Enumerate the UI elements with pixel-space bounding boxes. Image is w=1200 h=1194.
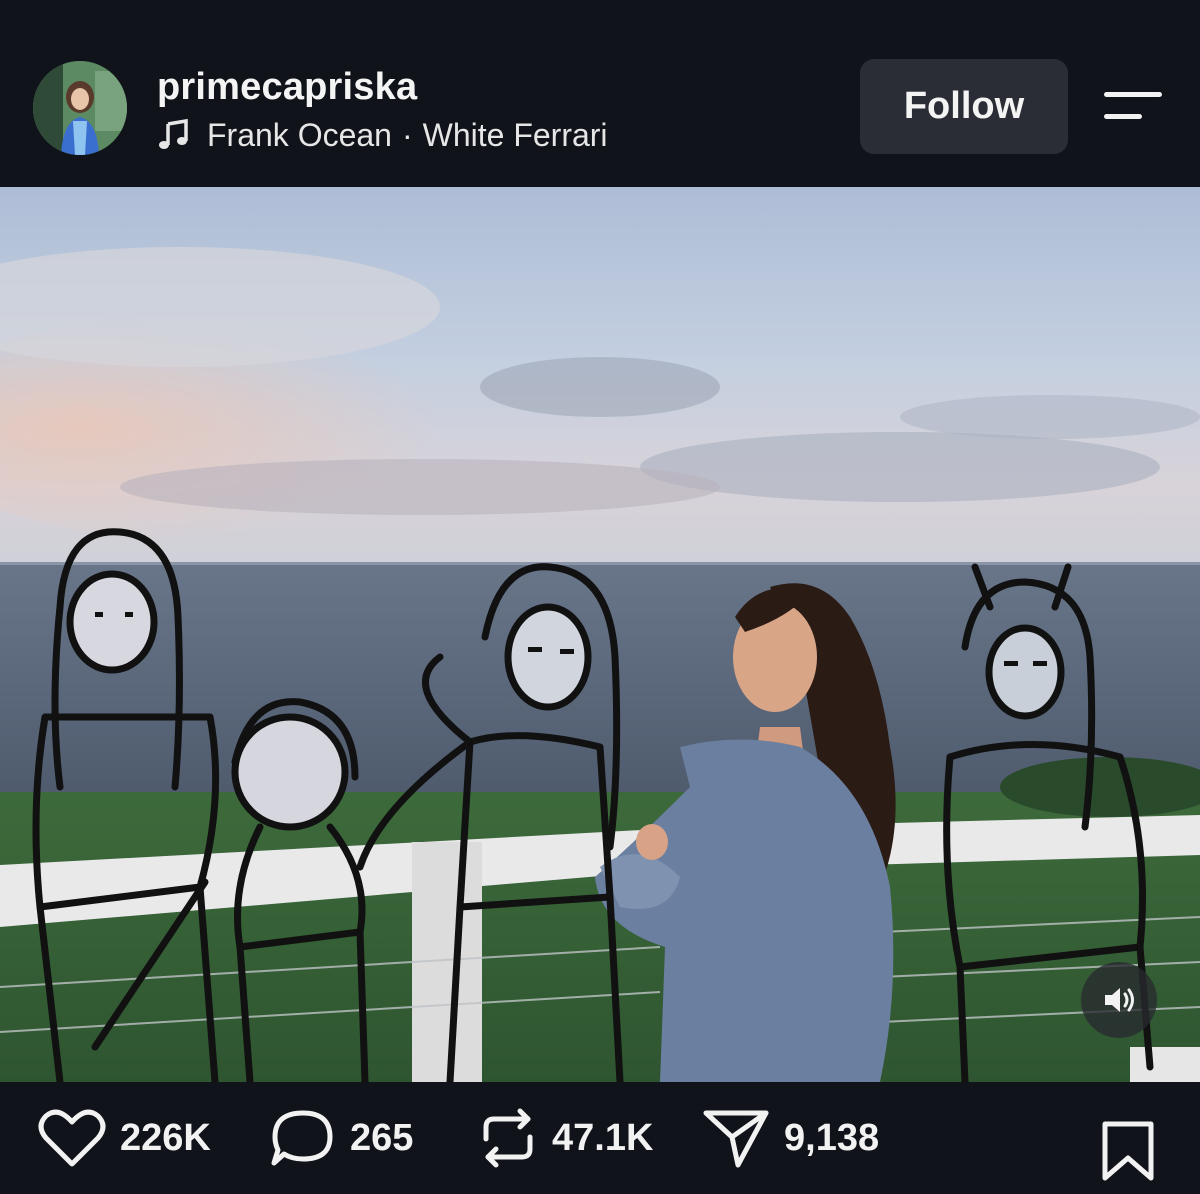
like-button[interactable]: 226K xyxy=(38,1109,211,1167)
comment-button[interactable]: 265 xyxy=(270,1110,414,1166)
share-button[interactable]: 9,138 xyxy=(702,1110,880,1168)
menu-icon[interactable] xyxy=(1100,86,1166,130)
action-bar: 226K 265 47.1K 9,138 xyxy=(0,1082,1200,1194)
share-icon xyxy=(703,1110,769,1168)
comment-icon xyxy=(271,1110,333,1166)
music-row[interactable]: Frank Ocean · White Ferrari xyxy=(157,115,608,155)
comment-count: 265 xyxy=(350,1116,414,1159)
repost-button[interactable]: 47.1K xyxy=(478,1108,654,1168)
avatar[interactable] xyxy=(33,61,127,155)
music-separator: · xyxy=(401,116,413,153)
heart-icon xyxy=(38,1109,106,1167)
share-count: 9,138 xyxy=(784,1116,880,1159)
username[interactable]: primecapriska xyxy=(157,66,417,109)
repost-count: 47.1K xyxy=(552,1116,654,1159)
follow-button[interactable]: Follow xyxy=(860,59,1068,154)
repost-icon xyxy=(483,1108,533,1168)
post-header: primecapriska Frank Ocean · White Ferrar… xyxy=(0,0,1200,187)
threads-post: primecapriska Frank Ocean · White Ferrar… xyxy=(0,0,1200,1194)
music-track: White Ferrari xyxy=(422,116,608,153)
bookmark-icon[interactable] xyxy=(1100,1120,1156,1187)
like-count: 226K xyxy=(120,1116,211,1159)
music-note-icon xyxy=(157,118,191,152)
music-artist: Frank Ocean xyxy=(207,116,392,153)
volume-icon[interactable] xyxy=(1081,962,1157,1038)
post-video[interactable] xyxy=(0,187,1200,1082)
video-frame xyxy=(0,187,1200,1082)
